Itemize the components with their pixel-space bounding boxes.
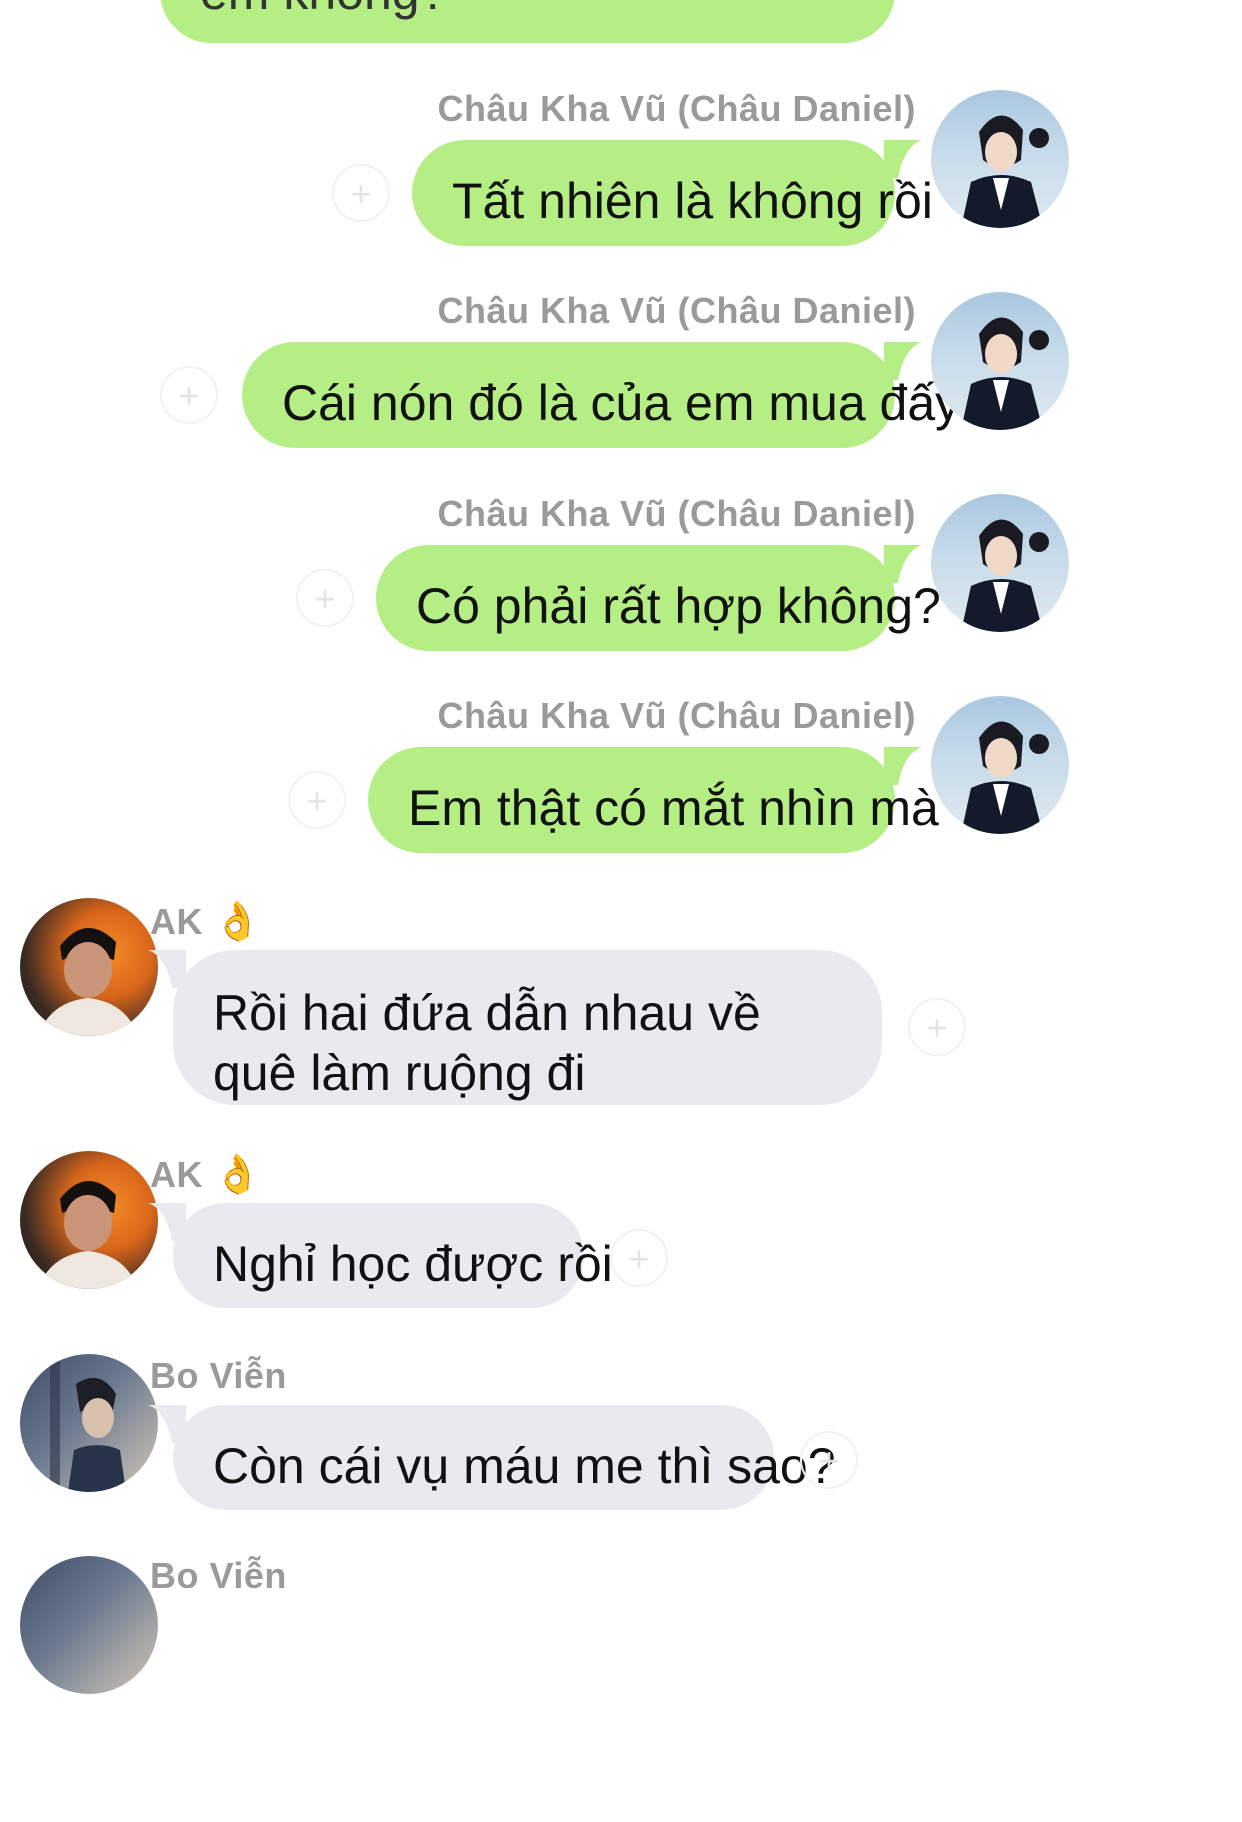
add-reaction-icon[interactable]: + — [610, 1229, 668, 1287]
add-reaction-icon[interactable]: + — [288, 771, 346, 829]
message-bubble-incoming[interactable]: Rồi hai đứa dẫn nhau về quê làm ruộng đi — [173, 950, 882, 1105]
message-text: Cái nón đó là của em mua đấy — [282, 375, 961, 431]
message-text: Còn cái vụ máu me thì sao? — [213, 1438, 836, 1494]
bubble-tail — [884, 545, 922, 583]
sender-name: Bo Viễn — [150, 1555, 287, 1596]
sender-name: Bo Viễn — [150, 1355, 287, 1396]
avatar-photo — [38, 927, 138, 1036]
ok-hand-icon: 👌 — [213, 1154, 262, 1196]
avatar[interactable] — [20, 898, 158, 1036]
avatar-photo — [961, 115, 1049, 228]
message-bubble-incoming[interactable]: Nghỉ học được rồi — [173, 1203, 613, 1308]
message-bubble-incoming[interactable]: Còn cái vụ máu me thì sao? — [173, 1405, 836, 1510]
message-text: em không? — [200, 0, 447, 20]
add-reaction-icon[interactable]: + — [160, 366, 218, 424]
bubble-tail — [884, 140, 922, 178]
sender-name: Châu Kha Vũ (Châu Daniel) — [437, 493, 916, 534]
message-text: Nghỉ học được rồi — [213, 1236, 613, 1292]
add-reaction-icon[interactable]: + — [800, 1431, 858, 1489]
message-bubble-outgoing[interactable]: Có phải rất hợp không? — [376, 545, 941, 651]
message-bubble-outgoing[interactable]: em không? — [160, 0, 895, 43]
avatar-photo — [38, 1180, 138, 1289]
message-bubble-outgoing[interactable]: Cái nón đó là của em mua đấy — [242, 342, 960, 448]
message-text: Rồi hai đứa dẫn nhau về quê làm ruộng đi — [213, 985, 761, 1101]
message-text: Có phải rất hợp không? — [416, 578, 941, 634]
avatar[interactable] — [20, 1556, 158, 1694]
bubble-tail — [884, 747, 922, 785]
avatar-photo — [961, 317, 1049, 430]
sender-name: AK 👌 — [150, 901, 262, 943]
avatar[interactable] — [931, 696, 1069, 834]
add-reaction-icon[interactable]: + — [296, 569, 354, 627]
avatar-photo — [961, 721, 1049, 834]
message-text: Tất nhiên là không rồi — [452, 173, 933, 229]
add-reaction-icon[interactable]: + — [908, 998, 966, 1056]
avatar[interactable] — [20, 1151, 158, 1289]
avatar-photo — [50, 1354, 126, 1492]
avatar-photo — [961, 519, 1049, 632]
message-text: Em thật có mắt nhìn mà — [408, 780, 939, 836]
message-bubble-outgoing[interactable]: Em thật có mắt nhìn mà — [368, 747, 939, 853]
avatar[interactable] — [931, 494, 1069, 632]
avatar[interactable] — [20, 1354, 158, 1492]
message-bubble-outgoing[interactable]: Tất nhiên là không rồi — [412, 140, 933, 246]
sender-name: Châu Kha Vũ (Châu Daniel) — [437, 695, 916, 736]
sender-name: Châu Kha Vũ (Châu Daniel) — [437, 290, 916, 331]
add-reaction-icon[interactable]: + — [332, 164, 390, 222]
sender-name: Châu Kha Vũ (Châu Daniel) — [437, 88, 916, 129]
ok-hand-icon: 👌 — [213, 901, 262, 943]
avatar[interactable] — [931, 292, 1069, 430]
avatar[interactable] — [931, 90, 1069, 228]
bubble-tail — [884, 342, 922, 380]
sender-name: AK 👌 — [150, 1154, 262, 1196]
